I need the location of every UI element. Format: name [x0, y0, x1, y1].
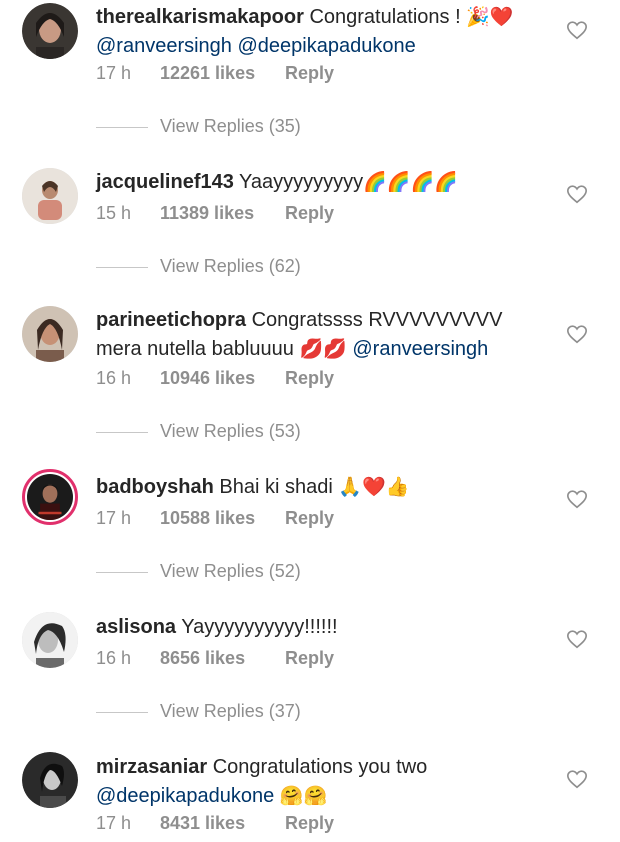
- comment-username[interactable]: badboyshah: [96, 476, 214, 498]
- avatar[interactable]: [22, 3, 78, 59]
- reply-button[interactable]: Reply: [285, 508, 334, 528]
- avatar[interactable]: [22, 752, 78, 808]
- comment-body: aslisona Yayyyyyyyyyy!!!!!!: [96, 613, 536, 642]
- comment-time: 17 h: [96, 508, 132, 528]
- comment-likes[interactable]: 11389 likes: [160, 203, 285, 224]
- heart-outline-icon[interactable]: [566, 488, 588, 510]
- heart-outline-icon[interactable]: [566, 768, 588, 790]
- view-replies-label: View Replies (53): [160, 421, 301, 441]
- mention-link[interactable]: @deepikapadukone: [96, 785, 274, 807]
- comment-time: 16 h: [96, 368, 132, 388]
- comment-likes[interactable]: 10946 likes: [160, 368, 285, 389]
- comment-time: 15 h: [96, 203, 132, 223]
- divider-line: [96, 266, 148, 268]
- divider-line: [96, 431, 148, 433]
- comment-username[interactable]: jacquelinef143: [96, 171, 234, 193]
- comment-time: 17 h: [96, 813, 132, 833]
- divider-line: [96, 571, 148, 573]
- comment-body: therealkarismakapoor Congratulations ! 🎉…: [96, 3, 536, 61]
- avatar[interactable]: [22, 612, 78, 668]
- divider-line: [96, 711, 148, 713]
- reply-button[interactable]: Reply: [285, 813, 334, 833]
- comment-meta: 15 h 11389 likes Reply: [96, 203, 334, 224]
- comment-likes[interactable]: 10588 likes: [160, 508, 285, 529]
- view-replies-button[interactable]: View Replies (52): [96, 561, 301, 582]
- reply-button[interactable]: Reply: [285, 203, 334, 223]
- comment-body: mirzasaniar Congratulations you two @dee…: [96, 753, 536, 811]
- heart-outline-icon[interactable]: [566, 183, 588, 205]
- comment-meta: 16 h 10946 likes Reply: [96, 368, 334, 389]
- comment-text: Congratulations you two: [212, 756, 428, 778]
- view-replies-button[interactable]: View Replies (35): [96, 116, 301, 137]
- mention-link[interactable]: @ranveersingh: [352, 338, 488, 360]
- view-replies-button[interactable]: View Replies (53): [96, 421, 301, 442]
- reply-button[interactable]: Reply: [285, 368, 334, 388]
- comment-text: Yayyyyyyyyyy!!!!!!: [181, 616, 338, 638]
- avatar[interactable]: [22, 168, 78, 224]
- comment-text-continued: mera nutella babluuuu: [96, 338, 294, 360]
- comment-emoji: 💋💋: [299, 338, 347, 360]
- heart-outline-icon[interactable]: [566, 19, 588, 41]
- comment-meta: 17 h 10588 likes Reply: [96, 508, 334, 529]
- avatar[interactable]: [22, 469, 78, 525]
- comment-text: Congratssss RVVVVVVVVV: [251, 309, 503, 331]
- comment-likes[interactable]: 8431 likes: [160, 813, 285, 834]
- comment-likes[interactable]: 12261 likes: [160, 63, 285, 84]
- comment-body: badboyshah Bhai ki shadi 🙏❤️👍: [96, 473, 536, 502]
- comment-meta: 16 h 8656 likes Reply: [96, 648, 334, 669]
- view-replies-label: View Replies (52): [160, 561, 301, 581]
- comment-username[interactable]: parineetichopra: [96, 309, 246, 331]
- comment-likes[interactable]: 8656 likes: [160, 648, 285, 669]
- comment-username[interactable]: mirzasaniar: [96, 756, 207, 778]
- reply-button[interactable]: Reply: [285, 648, 334, 668]
- comment-text: Bhai ki shadi: [219, 476, 333, 498]
- comment-emoji: 🌈🌈🌈🌈: [363, 171, 458, 193]
- mention-link[interactable]: @deepikapadukone: [238, 35, 416, 57]
- heart-outline-icon[interactable]: [566, 628, 588, 650]
- view-replies-button[interactable]: View Replies (62): [96, 256, 301, 277]
- comment-username[interactable]: aslisona: [96, 616, 176, 638]
- comment-meta: 17 h 12261 likes Reply: [96, 63, 334, 84]
- view-replies-button[interactable]: View Replies (37): [96, 701, 301, 722]
- comment-emoji: 🎉❤️: [466, 6, 514, 28]
- mention-link[interactable]: @ranveersingh: [96, 35, 232, 57]
- divider-line: [96, 126, 148, 128]
- avatar[interactable]: [22, 306, 78, 362]
- comment-text: Congratulations !: [309, 6, 461, 28]
- heart-outline-icon[interactable]: [566, 323, 588, 345]
- reply-button[interactable]: Reply: [285, 63, 334, 83]
- comment-body: jacquelinef143 Yaayyyyyyyyy🌈🌈🌈🌈: [96, 168, 536, 197]
- comment-username[interactable]: therealkarismakapoor: [96, 6, 304, 28]
- comment-emoji: 🤗🤗: [279, 785, 328, 807]
- view-replies-label: View Replies (37): [160, 701, 301, 721]
- view-replies-label: View Replies (62): [160, 256, 301, 276]
- comment-time: 17 h: [96, 63, 132, 83]
- comment-emoji: 🙏❤️👍: [338, 476, 410, 498]
- comment-text: Yaayyyyyyyyy: [239, 171, 364, 193]
- comment-body: parineetichopra Congratssss RVVVVVVVVV m…: [96, 306, 536, 364]
- comment-meta: 17 h 8431 likes Reply: [96, 813, 334, 834]
- comment-time: 16 h: [96, 648, 132, 668]
- view-replies-label: View Replies (35): [160, 116, 301, 136]
